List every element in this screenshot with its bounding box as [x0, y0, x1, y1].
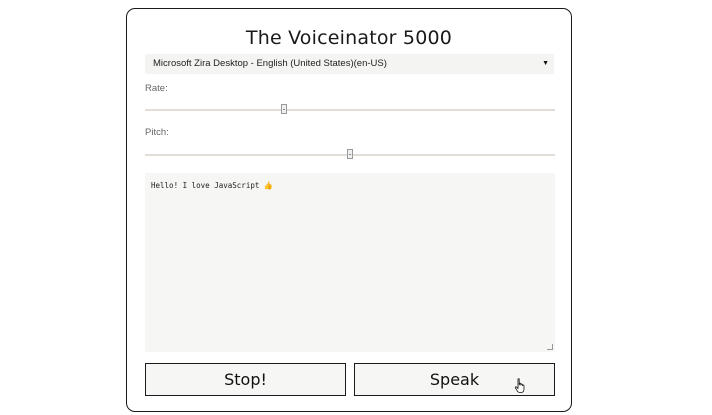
page-title: The Voiceinator 5000	[245, 27, 453, 49]
rate-slider-thumb[interactable]	[281, 104, 288, 114]
voiceinator-panel: The Voiceinator 5000 Microsoft Zira Desk…	[126, 8, 572, 412]
voice-select-value: Microsoft Zira Desktop - English (United…	[153, 58, 387, 69]
pitch-slider[interactable]	[145, 149, 555, 161]
rate-label: Rate:	[145, 83, 168, 94]
resize-grip-icon[interactable]	[547, 344, 553, 350]
rate-slider[interactable]	[145, 104, 555, 116]
rate-slider-track	[145, 109, 555, 111]
pitch-slider-thumb[interactable]	[347, 149, 353, 159]
pitch-label: Pitch:	[145, 127, 169, 138]
stop-button[interactable]: Stop!	[145, 363, 346, 396]
hand-pointer-icon	[514, 378, 525, 393]
message-textarea[interactable]: Hello! I love JavaScript 👍	[145, 173, 555, 352]
message-text: Hello! I love JavaScript 👍	[151, 181, 274, 190]
voice-select[interactable]: Microsoft Zira Desktop - English (United…	[145, 54, 554, 74]
chevron-down-icon: ▼	[542, 60, 549, 67]
